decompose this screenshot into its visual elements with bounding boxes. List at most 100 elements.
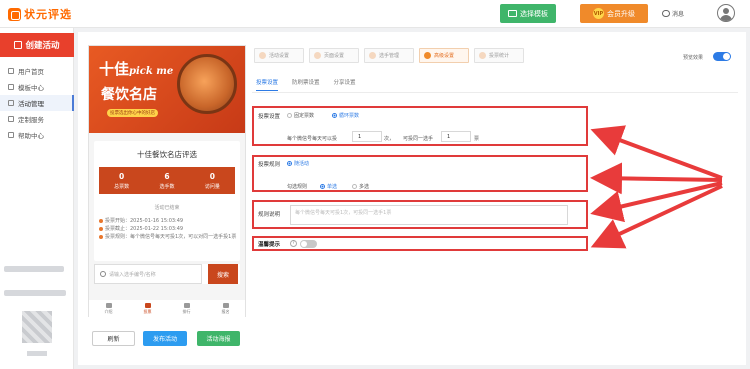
sidebar-item-activity-management[interactable]: 活动管理 (0, 95, 74, 111)
same-player-input[interactable]: 1 (441, 131, 471, 142)
tab-label: 投票 (143, 309, 152, 314)
subtab-share[interactable]: 分享设置 (334, 78, 356, 91)
votes-unit: 票 (474, 136, 480, 142)
tab-activity-settings[interactable]: 活动设置 (254, 48, 304, 63)
sidebar-item-label: 活动管理 (18, 100, 44, 108)
stats-bar: 0 总票数 6 选手数 0 访问量 (99, 167, 235, 194)
bullet-icon (99, 219, 103, 223)
player-search-input[interactable]: 请输入选手编号/名称 (94, 264, 202, 284)
stat-label: 选手数 (159, 183, 175, 190)
messages-label: 消息 (672, 11, 685, 18)
bullet-icon (99, 235, 103, 239)
tab-label: 报名 (221, 309, 230, 314)
tab-vote[interactable]: 投票 (128, 300, 167, 318)
info-row: 投票规则：每个微信号每天可投1次，可以对同一选手投1票 (99, 233, 237, 241)
info-text: 投票规则：每个微信号每天可投1次，可以对同一选手投1票 (105, 234, 237, 240)
stat-value: 0 (209, 171, 215, 181)
step-icon (259, 52, 266, 59)
bullet-icon (99, 227, 103, 231)
refresh-button[interactable]: 刷新 (92, 331, 135, 346)
multi-choice-radio[interactable]: 多选 (352, 183, 369, 190)
banner-title-line1: 十佳pick me (99, 58, 173, 79)
same-player-text: 可投同一选手 (403, 136, 434, 142)
reminder-toggle[interactable] (300, 240, 317, 248)
sidebar-item-label: 定制服务 (18, 116, 44, 124)
check-rule-label: 勾选规则 (287, 184, 308, 190)
radio-label: 循环票数 (339, 113, 360, 119)
activity-banner: 十佳pick me 餐饮名店 投票选出你心中的好店 (89, 46, 245, 133)
tab-player-management[interactable]: 选手管理 (364, 48, 414, 63)
search-button[interactable]: 搜索 (208, 264, 238, 284)
fixed-votes-radio[interactable]: 固定票数 (287, 112, 314, 119)
stat-value: 0 (119, 171, 125, 181)
sidebar-item-custom-service[interactable]: 定制服务 (0, 111, 74, 127)
app-logo[interactable]: 状元评选 (8, 6, 72, 22)
single-choice-radio[interactable]: 单选 (320, 183, 337, 190)
subtab-vote-settings[interactable]: 投票设置 (256, 78, 279, 91)
vote-rule-label: 投票规则 (258, 162, 281, 168)
info-text: 投票开始：2025-01-16 15:03:49 (105, 218, 184, 224)
vip-upgrade-button[interactable]: VIP 会员升级 (580, 4, 648, 23)
user-avatar[interactable] (717, 4, 735, 22)
activity-status: 活动已结束 (154, 205, 180, 211)
radio-label: 单选 (327, 184, 338, 190)
sidebar-item-help[interactable]: 帮助中心 (0, 127, 74, 143)
activity-poster-button[interactable]: 活动海报 (197, 331, 240, 346)
sidebar-item-label: 模板中心 (18, 84, 44, 92)
sidebar-nav: 用户首页 模板中心 活动管理 定制服务 帮助中心 (0, 63, 74, 143)
help-icon[interactable]: ? (290, 240, 297, 247)
activity-title: 十佳餐饮名店评选 (137, 150, 197, 159)
step-label: 页面设置 (324, 53, 345, 59)
preview-toggle-label: 预览效果 (683, 55, 704, 61)
top-bar: 状元评选 选择模板 VIP 会员升级 消息 (0, 0, 750, 28)
select-template-label: 选择模板 (520, 9, 548, 18)
per-day-input[interactable]: 1 (352, 131, 382, 142)
vote-setting-label: 投票设置 (258, 114, 281, 120)
player-search: 请输入选手编号/名称 搜索 (94, 264, 240, 284)
publish-activity-button[interactable]: 发布活动 (143, 331, 187, 346)
radio-icon (352, 184, 357, 189)
stat-label: 总票数 (114, 183, 130, 190)
template-icon (508, 10, 517, 17)
tab-page-settings[interactable]: 页面设置 (309, 48, 359, 63)
tab-vote-statistics[interactable]: 投票统计 (474, 48, 524, 63)
hotpot-image (177, 54, 237, 114)
template-icon (8, 84, 14, 90)
create-activity-button[interactable]: 创建活动 (0, 33, 74, 57)
stat-visits: 0 访问量 (190, 167, 235, 194)
reminder-label: 温馨提示 (258, 242, 281, 248)
tab-ranking[interactable]: 排行 (167, 300, 206, 318)
radio-icon (287, 113, 292, 118)
subtab-anti-fraud[interactable]: 防刷票设置 (292, 78, 320, 91)
sidebar-item-home[interactable]: 用户首页 (0, 63, 74, 79)
activity-card: 十佳餐饮名店评选 0 总票数 6 选手数 0 访问量 活动已结束 投票开始：2025-… (94, 141, 240, 261)
tab-label: 排行 (182, 309, 191, 314)
preview-toggle[interactable] (713, 52, 731, 61)
home-icon (8, 68, 14, 74)
step-label: 投票统计 (489, 53, 510, 59)
sidebar-item-templates[interactable]: 模板中心 (0, 79, 74, 95)
radio-label: 固定票数 (294, 113, 315, 119)
per-day-text: 每个微信号每天可以投 (287, 136, 338, 142)
tab-signup[interactable]: 报名 (206, 300, 245, 318)
messages-link[interactable]: 消息 (662, 9, 684, 18)
step-label: 活动设置 (269, 53, 290, 59)
select-template-button[interactable]: 选择模板 (500, 4, 556, 23)
banner-tag: 投票选出你心中的好店 (107, 109, 158, 117)
rule-description-textarea[interactable]: 每个微信号每天可投1次，可投同一选手1票 (290, 205, 568, 225)
intro-icon (105, 303, 112, 308)
radio-label: 多选 (359, 184, 370, 190)
help-icon (8, 132, 14, 138)
vote-icon (144, 303, 151, 308)
tab-label: 介绍 (104, 309, 113, 314)
step-label: 选手管理 (379, 53, 400, 59)
stat-value: 6 (164, 171, 170, 181)
times-unit: 次， (384, 136, 395, 142)
tab-advanced-settings[interactable]: 高级设置 (419, 48, 469, 63)
vip-upgrade-label: 会员升级 (607, 9, 635, 18)
settings-subtabs: 投票设置 防刷票设置 分享设置 (256, 78, 356, 91)
tab-intro[interactable]: 介绍 (89, 300, 128, 318)
loop-votes-radio[interactable]: 循环票数 (332, 112, 359, 119)
step-icon (369, 52, 376, 59)
rule-follow-activity-radio[interactable]: 随活动 (287, 160, 309, 167)
